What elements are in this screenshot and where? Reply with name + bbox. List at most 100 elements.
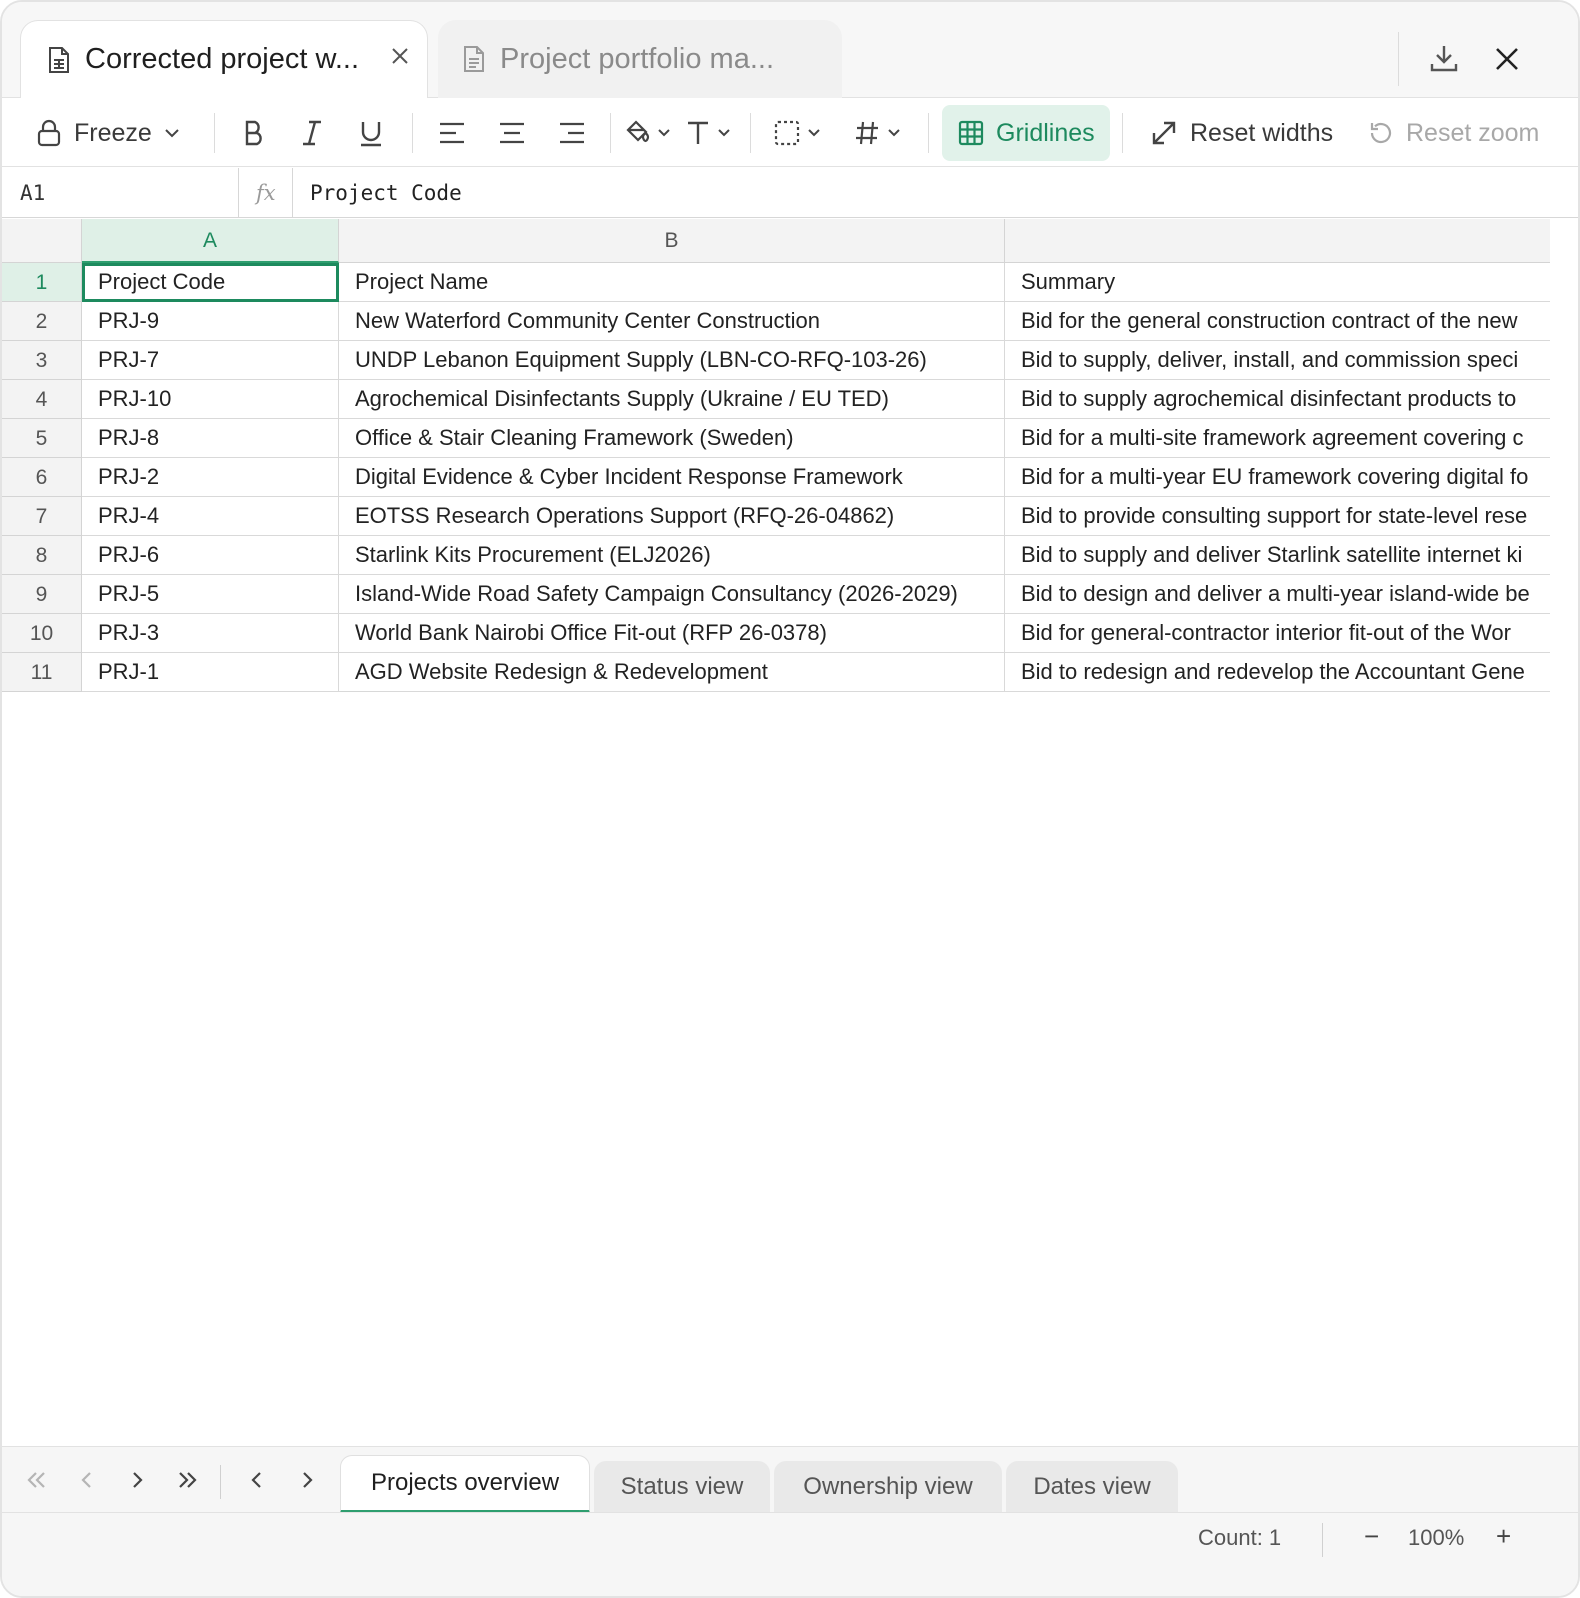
align-left-button[interactable] (438, 99, 466, 167)
text-format-icon (688, 121, 708, 144)
summary-cell[interactable]: Bid for a multi-year EU framework coveri… (1005, 458, 1550, 497)
close-tab-icon[interactable] (389, 45, 411, 67)
summary-cell[interactable]: Bid for the general construction contrac… (1005, 302, 1550, 341)
next-sheet-icon[interactable] (122, 1465, 152, 1495)
column-header-a[interactable]: A (82, 219, 339, 263)
summary-cell[interactable]: Summary (1005, 263, 1550, 302)
download-icon[interactable] (1428, 42, 1460, 74)
spreadsheet-file-icon (49, 46, 69, 73)
sheet-tab-dates-view[interactable]: Dates view (1006, 1461, 1178, 1513)
project-code-cell[interactable]: PRJ-4 (82, 497, 339, 536)
file-tab-title: Corrected project w... (85, 43, 359, 75)
formula-input[interactable]: Project Code (310, 168, 462, 218)
project-code-cell[interactable]: PRJ-2 (82, 458, 339, 497)
summary-cell[interactable]: Bid to supply and deliver Starlink satel… (1005, 536, 1550, 575)
project-name-cell[interactable]: World Bank Nairobi Office Fit-out (RFP 2… (339, 614, 1005, 653)
project-name-cell[interactable]: Island-Wide Road Safety Campaign Consult… (339, 575, 1005, 614)
row-header[interactable]: 7 (2, 497, 82, 536)
freeze-button[interactable]: Freeze (36, 99, 180, 167)
zoom-level: 100% (1408, 1525, 1465, 1550)
borders-button[interactable] (774, 99, 820, 167)
sheet-tab-projects-overview[interactable]: Projects overview (340, 1455, 590, 1513)
table-row: 2 PRJ-9 New Waterford Community Center Con… (2, 302, 1550, 341)
spreadsheet-window: Corrected project w... Project portfolio… (0, 0, 1580, 1598)
project-name-cell[interactable]: UNDP Lebanon Equipment Supply (LBN-CO-RF… (339, 341, 1005, 380)
file-tab-project-portfolio[interactable]: Project portfolio ma... (438, 20, 842, 98)
number-format-button[interactable] (854, 99, 900, 167)
sheet-tab-ownership-view[interactable]: Ownership view (774, 1461, 1002, 1513)
first-sheet-icon[interactable] (22, 1465, 52, 1495)
summary-cell[interactable]: Bid to supply, deliver, install, and com… (1005, 341, 1550, 380)
row-header[interactable]: 4 (2, 380, 82, 419)
row-header[interactable]: 2 (2, 302, 82, 341)
select-all-corner[interactable] (2, 219, 82, 263)
row-header[interactable]: 1 (2, 263, 82, 302)
project-code-cell[interactable]: PRJ-7 (82, 341, 339, 380)
hash-icon (856, 121, 878, 145)
summary-cell[interactable]: Bid to provide consulting support for st… (1005, 497, 1550, 536)
reset-zoom-button[interactable]: Reset zoom (1368, 99, 1539, 167)
project-code-cell[interactable]: PRJ-1 (82, 653, 339, 692)
text-color-button[interactable] (686, 99, 730, 167)
project-name-cell[interactable]: Office & Stair Cleaning Framework (Swede… (339, 419, 1005, 458)
zoom-out-button[interactable]: − (1364, 1521, 1379, 1552)
file-tab-corrected-project[interactable]: Corrected project w... (20, 20, 428, 98)
align-center-button[interactable] (498, 99, 526, 167)
align-right-icon (560, 122, 584, 144)
italic-icon (303, 120, 321, 146)
project-name-cell[interactable]: AGD Website Redesign & Redevelopment (339, 653, 1005, 692)
table-row: 9 PRJ-5 Island-Wide Road Safety Campaign C… (2, 575, 1550, 614)
toolbar: Freeze Gridlines Reset widths Reset zoom (2, 99, 1578, 167)
gridlines-toggle[interactable]: Gridlines (942, 105, 1110, 161)
lock-icon (37, 119, 61, 147)
toolbar-divider (1122, 113, 1123, 153)
italic-button[interactable] (300, 99, 324, 167)
expand-icon (1152, 121, 1176, 145)
table-row: 4 PRJ-10 Agrochemical Disinfectants Supply… (2, 380, 1550, 419)
project-code-cell[interactable]: PRJ-10 (82, 380, 339, 419)
reset-widths-button[interactable]: Reset widths (1150, 99, 1333, 167)
grid-icon (958, 120, 984, 146)
project-name-cell[interactable]: New Waterford Community Center Construct… (339, 302, 1005, 341)
project-code-cell[interactable]: PRJ-9 (82, 302, 339, 341)
spreadsheet-grid: A B 1 Project Code Project Name Summary 2 PRJ… (2, 219, 1550, 1445)
fill-color-button[interactable] (624, 99, 670, 167)
align-right-button[interactable] (558, 99, 586, 167)
project-name-cell[interactable]: Digital Evidence & Cyber Incident Respon… (339, 458, 1005, 497)
row-header[interactable]: 11 (2, 653, 82, 692)
row-header[interactable]: 8 (2, 536, 82, 575)
project-code-cell[interactable]: PRJ-8 (82, 419, 339, 458)
project-name-cell[interactable]: Agrochemical Disinfectants Supply (Ukrai… (339, 380, 1005, 419)
project-code-cell[interactable]: PRJ-6 (82, 536, 339, 575)
document-file-icon (464, 46, 484, 72)
summary-cell[interactable]: Bid for a multi-site framework agreement… (1005, 419, 1550, 458)
borders-icon (774, 120, 800, 146)
last-sheet-icon[interactable] (172, 1465, 202, 1495)
scroll-tabs-left-icon[interactable] (242, 1465, 272, 1495)
bold-button[interactable] (242, 99, 266, 167)
project-name-cell[interactable]: EOTSS Research Operations Support (RFQ-2… (339, 497, 1005, 536)
summary-cell[interactable]: Bid for general-contractor interior fit-… (1005, 614, 1550, 653)
scroll-tabs-right-icon[interactable] (292, 1465, 322, 1495)
previous-sheet-icon[interactable] (72, 1465, 102, 1495)
row-header[interactable]: 3 (2, 341, 82, 380)
summary-cell[interactable]: Bid to design and deliver a multi-year i… (1005, 575, 1550, 614)
column-header-c[interactable] (1005, 219, 1550, 263)
close-window-icon[interactable] (1494, 46, 1520, 72)
row-header[interactable]: 6 (2, 458, 82, 497)
project-code-cell[interactable]: PRJ-5 (82, 575, 339, 614)
summary-cell[interactable]: Bid to redesign and redevelop the Accoun… (1005, 653, 1550, 692)
project-code-cell[interactable]: Project Code (82, 263, 339, 302)
row-header[interactable]: 5 (2, 419, 82, 458)
row-header[interactable]: 9 (2, 575, 82, 614)
project-code-cell[interactable]: PRJ-3 (82, 614, 339, 653)
underline-button[interactable] (358, 99, 384, 167)
summary-cell[interactable]: Bid to supply agrochemical disinfectant … (1005, 380, 1550, 419)
project-name-cell[interactable]: Project Name (339, 263, 1005, 302)
zoom-in-button[interactable]: + (1496, 1521, 1511, 1552)
row-header[interactable]: 10 (2, 614, 82, 653)
project-name-cell[interactable]: Starlink Kits Procurement (ELJ2026) (339, 536, 1005, 575)
sheet-tab-status-view[interactable]: Status view (594, 1461, 770, 1513)
column-header-b[interactable]: B (339, 219, 1005, 263)
cell-reference-box[interactable]: A1 (20, 168, 45, 218)
